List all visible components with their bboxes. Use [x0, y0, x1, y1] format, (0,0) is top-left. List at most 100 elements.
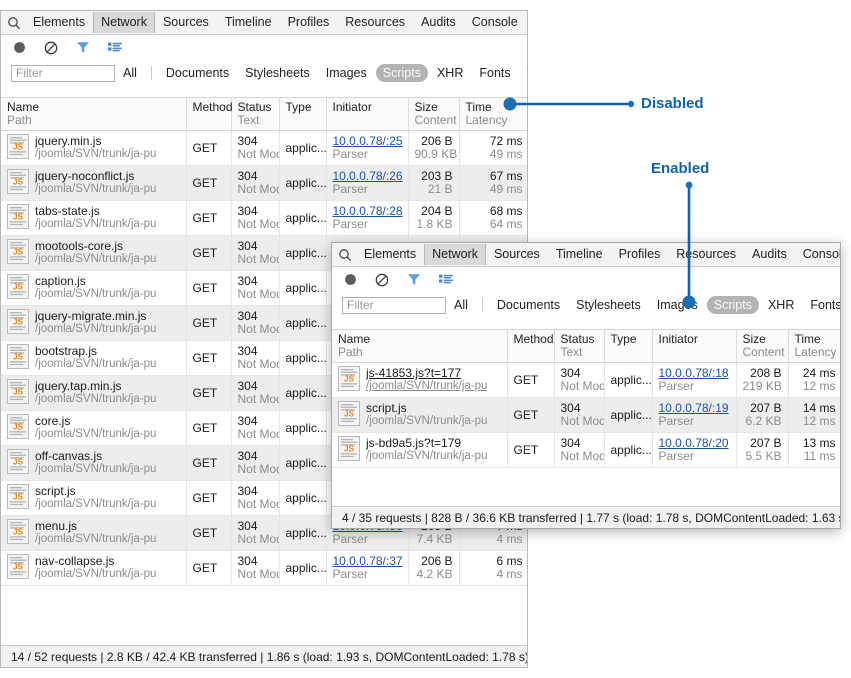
list-view-icon[interactable] [437, 271, 455, 289]
column-header-size[interactable]: SizeContent [736, 330, 788, 363]
column-header-type[interactable]: Type [279, 98, 326, 131]
request-name-cell[interactable]: JStabs-state.js/joomla/SVN/trunk/ja-pu [1, 201, 186, 236]
request-initiator-cell[interactable]: 10.0.0.78/:19Parser [652, 398, 736, 433]
filter-type-xhr[interactable]: XHR [430, 64, 470, 82]
request-name-cell[interactable]: JSoff-canvas.js/joomla/SVN/trunk/ja-pu [1, 446, 186, 481]
request-file-name[interactable]: jquery.min.js [35, 135, 156, 148]
request-file-name[interactable]: jquery-migrate.min.js [35, 310, 156, 323]
tab-timeline[interactable]: Timeline [217, 12, 280, 33]
request-initiator-cell[interactable]: 10.0.0.78/:37Parser [326, 551, 408, 586]
request-name-cell[interactable]: JScaption.js/joomla/SVN/trunk/ja-pu [1, 271, 186, 306]
request-name-cell[interactable]: JSjquery-migrate.min.js/joomla/SVN/trunk… [1, 306, 186, 341]
tab-console[interactable]: Console [464, 12, 526, 33]
table-row[interactable]: JSnav-collapse.js/joomla/SVN/trunk/ja-pu… [1, 551, 527, 586]
filter-icon[interactable] [405, 271, 423, 289]
request-initiator-cell[interactable]: 10.0.0.78/:25Parser [326, 131, 408, 166]
column-header-size[interactable]: SizeContent [408, 98, 459, 131]
table-row[interactable]: JSjquery.min.js/joomla/SVN/trunk/ja-puGE… [1, 131, 527, 166]
tab-resources[interactable]: Resources [668, 244, 744, 265]
request-name-cell[interactable]: JScore.js/joomla/SVN/trunk/ja-pu [1, 411, 186, 446]
request-file-name[interactable]: menu.js [35, 520, 156, 533]
tab-sources[interactable]: Sources [486, 244, 548, 265]
filter-type-scripts[interactable]: Scripts [376, 64, 428, 82]
column-header-name[interactable]: NamePath [332, 330, 507, 363]
tab-console[interactable]: Console [795, 244, 841, 265]
column-header-name[interactable]: NamePath [1, 98, 186, 131]
request-name-cell[interactable]: JSjquery.tap.min.js/joomla/SVN/trunk/ja-… [1, 376, 186, 411]
clear-icon[interactable] [42, 39, 60, 57]
table-row[interactable]: JSjs-bd9a5.js?t=179/joomla/SVN/trunk/ja-… [332, 433, 840, 468]
request-initiator-cell[interactable]: 10.0.0.78/:28Parser [326, 201, 408, 236]
tab-timeline[interactable]: Timeline [548, 244, 611, 265]
filter-type-all[interactable]: All [447, 296, 475, 314]
column-header-type[interactable]: Type [604, 330, 652, 363]
filter-type-documents[interactable]: Documents [159, 64, 236, 82]
clear-icon[interactable] [373, 271, 391, 289]
tab-profiles[interactable]: Profiles [280, 12, 338, 33]
filter-type-stylesheets[interactable]: Stylesheets [238, 64, 317, 82]
request-name-cell[interactable]: JSjquery-noconflict.js/joomla/SVN/trunk/… [1, 166, 186, 201]
request-file-name[interactable]: core.js [35, 415, 156, 428]
filter-type-xhr[interactable]: XHR [761, 296, 801, 314]
tab-elements[interactable]: Elements [356, 244, 424, 265]
request-file-name[interactable]: js-bd9a5.js?t=179 [366, 437, 487, 450]
filter-type-scripts[interactable]: Scripts [707, 296, 759, 314]
request-name-cell[interactable]: JSbootstrap.js/joomla/SVN/trunk/ja-pu [1, 341, 186, 376]
filter-type-all[interactable]: All [116, 64, 144, 82]
request-name-cell[interactable]: JSscript.js/joomla/SVN/trunk/ja-pu [1, 481, 186, 516]
search-input[interactable] [342, 297, 446, 314]
search-icon[interactable] [3, 12, 25, 34]
tab-elements[interactable]: Elements [25, 12, 93, 33]
tab-audits[interactable]: Audits [413, 12, 464, 33]
request-name-cell[interactable]: JSjs-41853.js?t=177/joomla/SVN/trunk/ja-… [332, 363, 507, 398]
request-file-name[interactable]: caption.js [35, 275, 156, 288]
request-initiator-cell[interactable]: 10.0.0.78/:26Parser [326, 166, 408, 201]
request-name-cell[interactable]: JSscript.js/joomla/SVN/trunk/ja-pu [332, 398, 507, 433]
record-icon[interactable] [341, 271, 359, 289]
tab-resources[interactable]: Resources [337, 12, 413, 33]
column-header-initiator[interactable]: Initiator [652, 330, 736, 363]
filter-type-fonts[interactable]: Fonts [803, 296, 840, 314]
filter-type-stylesheets[interactable]: Stylesheets [569, 296, 648, 314]
table-row[interactable]: JSjs-41853.js?t=177/joomla/SVN/trunk/ja-… [332, 363, 840, 398]
column-header-time[interactable]: TimeLatency [459, 98, 527, 131]
search-icon[interactable] [334, 244, 356, 266]
request-file-name[interactable]: off-canvas.js [35, 450, 156, 463]
table-row[interactable]: JStabs-state.js/joomla/SVN/trunk/ja-puGE… [1, 201, 527, 236]
record-icon[interactable] [10, 39, 28, 57]
request-name-cell[interactable]: JSmenu.js/joomla/SVN/trunk/ja-pu [1, 516, 186, 551]
list-view-icon[interactable] [106, 39, 124, 57]
tab-network[interactable]: Network [93, 12, 155, 33]
filter-type-images[interactable]: Images [650, 296, 705, 314]
request-name-cell[interactable]: JSnav-collapse.js/joomla/SVN/trunk/ja-pu [1, 551, 186, 586]
table-row[interactable]: JSscript.js/joomla/SVN/trunk/ja-puGET304… [332, 398, 840, 433]
request-name-cell[interactable]: JSjquery.min.js/joomla/SVN/trunk/ja-pu [1, 131, 186, 166]
column-header-status[interactable]: StatusText [231, 98, 279, 131]
column-header-method[interactable]: Method [507, 330, 554, 363]
column-header-status[interactable]: StatusText [554, 330, 604, 363]
request-file-name[interactable]: script.js [366, 402, 487, 415]
filter-type-documents[interactable]: Documents [490, 296, 567, 314]
request-file-name[interactable]: js-41853.js?t=177 [366, 367, 487, 380]
table-row[interactable]: JSjquery-noconflict.js/joomla/SVN/trunk/… [1, 166, 527, 201]
filter-type-web[interactable]: Web [520, 64, 527, 82]
request-file-name[interactable]: tabs-state.js [35, 205, 156, 218]
column-header-method[interactable]: Method [186, 98, 231, 131]
tab-audits[interactable]: Audits [744, 244, 795, 265]
request-file-name[interactable]: jquery-noconflict.js [35, 170, 156, 183]
tab-network[interactable]: Network [424, 244, 486, 265]
request-name-cell[interactable]: JSmootools-core.js/joomla/SVN/trunk/ja-p… [1, 236, 186, 271]
request-name-cell[interactable]: JSjs-bd9a5.js?t=179/joomla/SVN/trunk/ja-… [332, 433, 507, 468]
request-file-name[interactable]: jquery.tap.min.js [35, 380, 156, 393]
request-initiator-cell[interactable]: 10.0.0.78/:18Parser [652, 363, 736, 398]
request-file-name[interactable]: bootstrap.js [35, 345, 156, 358]
column-header-time[interactable]: TimeLatency [788, 330, 840, 363]
tab-sources[interactable]: Sources [155, 12, 217, 33]
tab-profiles[interactable]: Profiles [611, 244, 669, 265]
request-file-name[interactable]: mootools-core.js [35, 240, 156, 253]
filter-type-images[interactable]: Images [319, 64, 374, 82]
request-file-name[interactable]: script.js [35, 485, 156, 498]
filter-type-fonts[interactable]: Fonts [472, 64, 517, 82]
request-initiator-cell[interactable]: 10.0.0.78/:20Parser [652, 433, 736, 468]
column-header-initiator[interactable]: Initiator [326, 98, 408, 131]
